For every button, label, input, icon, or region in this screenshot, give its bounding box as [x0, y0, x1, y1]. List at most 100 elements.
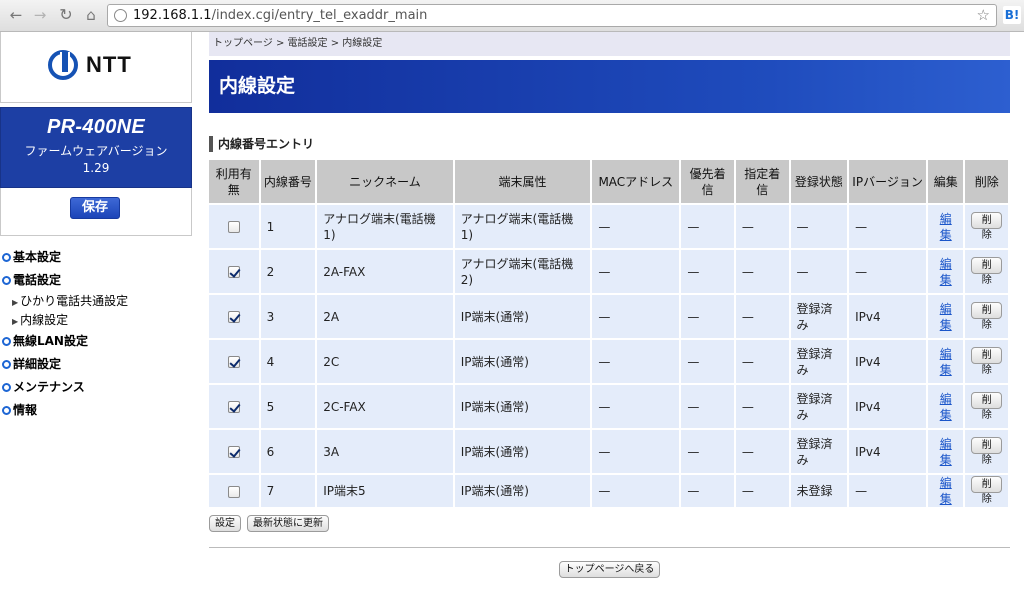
delete-button[interactable]: 削除: [971, 436, 1002, 466]
url-path: /index.cgi/entry_tel_exaddr_main: [211, 8, 428, 23]
product-panel: PR-400NE ファームウェアバージョン 1.29: [0, 107, 192, 188]
section-title: 内線番号エントリ: [209, 136, 1010, 152]
hatena-bookmark-icon[interactable]: B!: [1003, 6, 1021, 24]
menu-phone-settings[interactable]: 電話設定: [0, 269, 192, 292]
address-bar[interactable]: 192.168.1.1/index.cgi/entry_tel_exaddr_m…: [107, 4, 997, 27]
extension-number: 5: [260, 385, 316, 428]
delete-cell: 削除: [965, 475, 1008, 507]
use-cell: [209, 250, 259, 293]
extension-number: 4: [260, 340, 316, 383]
menu-wlan-settings[interactable]: 無線LAN設定: [0, 330, 192, 353]
priority-cell: —: [681, 430, 734, 473]
edit-link[interactable]: 編集: [940, 437, 952, 467]
submenu-extension[interactable]: ▶ 内線設定: [0, 311, 192, 330]
delete-cell: 削除: [965, 340, 1008, 383]
edit-link[interactable]: 編集: [940, 212, 952, 242]
priority-cell: —: [681, 205, 734, 248]
use-cell: [209, 205, 259, 248]
status-cell: 登録済み: [790, 295, 848, 338]
delete-cell: 削除: [965, 430, 1008, 473]
apply-button[interactable]: 設定: [209, 515, 241, 532]
designated-cell: —: [735, 385, 789, 428]
delete-button[interactable]: 削除: [971, 391, 1002, 421]
forward-arrow-icon[interactable]: →: [30, 5, 50, 25]
mac-cell: —: [592, 475, 680, 507]
menu-info[interactable]: 情報: [0, 399, 192, 422]
header-status: 登録状態: [790, 160, 848, 203]
nickname-cell: 3A: [317, 430, 453, 473]
bullet-icon: [2, 383, 11, 392]
designated-cell: —: [735, 430, 789, 473]
status-cell: —: [790, 250, 848, 293]
bullet-icon: [2, 337, 11, 346]
use-checkbox[interactable]: [227, 311, 240, 323]
extension-number: 2: [260, 250, 316, 293]
home-icon[interactable]: ⌂: [81, 5, 101, 25]
back-arrow-icon[interactable]: ←: [6, 5, 26, 25]
edit-cell: 編集: [928, 475, 964, 507]
delete-button[interactable]: 削除: [971, 476, 1002, 505]
terminal-type-cell: IP端末(通常): [454, 295, 591, 338]
use-checkbox[interactable]: [227, 485, 240, 498]
edit-link[interactable]: 編集: [940, 476, 952, 506]
delete-button[interactable]: 削除: [971, 301, 1002, 331]
nickname-cell: 2A-FAX: [317, 250, 453, 293]
ipversion-cell: IPv4: [849, 340, 927, 383]
edit-link[interactable]: 編集: [940, 257, 952, 287]
terminal-type-cell: アナログ端末(電話機2): [454, 250, 591, 293]
menu-detail-settings[interactable]: 詳細設定: [0, 353, 192, 376]
save-button[interactable]: 保存: [70, 197, 120, 219]
extension-number: 7: [260, 475, 316, 507]
mac-cell: —: [592, 385, 680, 428]
action-buttons: 設定 最新状態に更新: [209, 515, 1010, 535]
ipversion-cell: —: [849, 205, 927, 248]
use-checkbox[interactable]: [227, 446, 240, 458]
table-row: 5 2C-FAX IP端末(通常) — — — 登録済み IPv4 編集 削除: [209, 385, 1008, 428]
priority-cell: —: [681, 250, 734, 293]
header-delete: 削除: [965, 160, 1008, 203]
use-checkbox[interactable]: [227, 401, 240, 413]
bullet-icon: [2, 276, 11, 285]
submenu-hikari-common[interactable]: ▶ ひかり電話共通設定: [0, 292, 192, 311]
designated-cell: —: [735, 475, 789, 507]
globe-icon: [114, 9, 127, 22]
delete-button[interactable]: 削除: [971, 346, 1002, 376]
use-checkbox[interactable]: [227, 221, 240, 233]
table-row: 4 2C IP端末(通常) — — — 登録済み IPv4 編集 削除: [209, 340, 1008, 383]
ipversion-cell: IPv4: [849, 385, 927, 428]
status-cell: 登録済み: [790, 340, 848, 383]
menu-basic-settings[interactable]: 基本設定: [0, 246, 192, 269]
edit-link[interactable]: 編集: [940, 392, 952, 422]
logo-text: NTT: [86, 52, 132, 77]
table-row: 3 2A IP端末(通常) — — — 登録済み IPv4 編集 削除: [209, 295, 1008, 338]
designated-cell: —: [735, 205, 789, 248]
browser-toolbar: ← → ↻ ⌂ 192.168.1.1/index.cgi/entry_tel_…: [0, 0, 1024, 32]
ipversion-cell: IPv4: [849, 295, 927, 338]
edit-cell: 編集: [928, 340, 964, 383]
header-type: 端末属性: [454, 160, 591, 203]
reload-icon[interactable]: ↻: [56, 5, 76, 25]
delete-cell: 削除: [965, 205, 1008, 248]
nickname-cell: 2C: [317, 340, 453, 383]
delete-button[interactable]: 削除: [971, 256, 1002, 286]
nickname-cell: 2A: [317, 295, 453, 338]
mac-cell: —: [592, 340, 680, 383]
use-checkbox[interactable]: [227, 266, 240, 278]
edit-cell: 編集: [928, 295, 964, 338]
edit-cell: 編集: [928, 385, 964, 428]
bookmark-star-icon[interactable]: ☆: [977, 5, 990, 26]
breadcrumb: トップページ > 電話設定 > 内線設定: [209, 32, 1010, 56]
edit-link[interactable]: 編集: [940, 347, 952, 377]
menu-maintenance[interactable]: メンテナンス: [0, 376, 192, 399]
refresh-button[interactable]: 最新状態に更新: [247, 515, 329, 532]
firmware-label: ファームウェアバージョン: [24, 144, 168, 158]
bottom-area: トップページへ戻る: [209, 561, 1010, 578]
status-cell: 未登録: [790, 475, 848, 507]
logo-area: NTT: [0, 32, 192, 103]
use-checkbox[interactable]: [227, 356, 240, 368]
edit-link[interactable]: 編集: [940, 302, 952, 332]
back-to-top-button[interactable]: トップページへ戻る: [558, 561, 661, 578]
delete-button[interactable]: 削除: [971, 211, 1002, 241]
url-host: 192.168.1.1: [133, 8, 212, 23]
ipversion-cell: —: [849, 250, 927, 293]
